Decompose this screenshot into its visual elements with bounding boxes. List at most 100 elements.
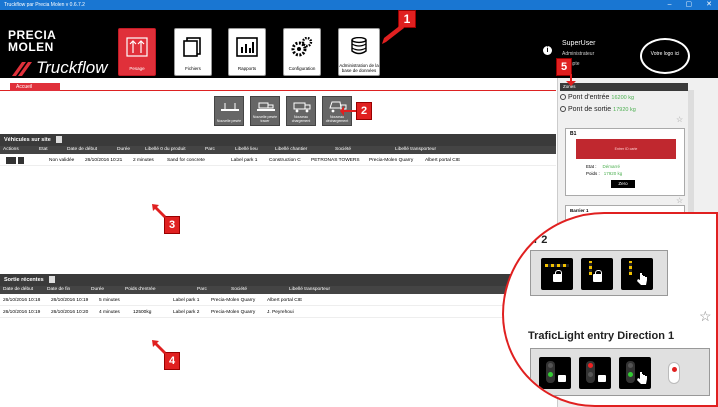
- b1-label: B1: [570, 131, 577, 137]
- vehicles-table-header: Actions Etat Date de début Durée Libellé…: [0, 146, 556, 154]
- trash-icon[interactable]: [49, 276, 56, 284]
- favorite-star-icon[interactable]: ☆: [676, 196, 683, 205]
- zone-item-entry[interactable]: Pont d'entrée 16200 kg: [560, 92, 688, 104]
- col-produit[interactable]: Libellé 0 du produit: [142, 146, 202, 154]
- weighing-icon: [126, 37, 148, 57]
- recent-exits-header: Sortie récentes: [0, 274, 556, 286]
- scale-truck-icon: [257, 102, 275, 111]
- nav-configuration-button[interactable]: Configuration: [283, 28, 321, 76]
- barrier-open-lock-button[interactable]: [541, 258, 573, 290]
- new-weighing-tracer-label: Nouvelle pesée tracer: [252, 115, 278, 123]
- weighing-toolbar: Nouvelle pesée Nouvelle pesée tracer Nou…: [214, 96, 352, 126]
- zone-item-exit[interactable]: Pont de sortie 17920 kg: [560, 104, 688, 116]
- favorite-star-icon[interactable]: ☆: [676, 115, 683, 124]
- nav-admin-db-button[interactable]: Administration de la base de données: [338, 28, 380, 76]
- col-poids-entree[interactable]: Poids d'entrée: [122, 286, 194, 294]
- trash-icon[interactable]: [56, 136, 63, 144]
- col-transporteur[interactable]: Libellé transporteur: [392, 146, 472, 154]
- light-top: [548, 363, 553, 368]
- col-societe[interactable]: Société: [228, 286, 286, 294]
- new-weighing-button[interactable]: Nouvelle pesée: [214, 96, 244, 126]
- light-bottom: [548, 372, 553, 377]
- reports-icon: [236, 37, 258, 57]
- col-duree[interactable]: Durée: [88, 286, 122, 294]
- barrier-closed-lock-button[interactable]: [581, 258, 613, 290]
- table-row[interactable]: 26/10/2016 10:18 26/10/2016 10:19 5 minu…: [0, 296, 556, 306]
- callout-5-arrow-icon: [566, 74, 576, 86]
- col-lieu[interactable]: Libellé lieu: [232, 146, 272, 154]
- close-button[interactable]: ✕: [706, 0, 712, 10]
- database-icon: [351, 37, 367, 55]
- cell-societe: Precia-Molen Quarry: [211, 310, 256, 315]
- zones-panel-title: Zones: [560, 83, 688, 91]
- new-loading-label: Nouveau chargement: [291, 115, 311, 123]
- col-societe[interactable]: Société: [332, 146, 392, 154]
- callout-4-arrow-icon: [152, 340, 166, 354]
- nav-configuration-label: Configuration: [288, 66, 316, 71]
- b1-status: Etat : Démarré: [586, 164, 620, 169]
- callout-4: 4: [164, 352, 180, 370]
- col-parc[interactable]: Parc: [194, 286, 228, 294]
- cell-etat: Non validée: [49, 158, 75, 163]
- nav-rapports-label: Rapports: [237, 66, 257, 71]
- new-unloading-label: Nouveau déchargement: [325, 115, 349, 123]
- table-row[interactable]: 26/10/2016 10:19 26/10/2016 10:20 4 minu…: [0, 308, 556, 318]
- hand-pointer-icon: [637, 372, 647, 384]
- cell-transporteur: Albert portal CIE: [425, 158, 461, 163]
- nav-admin-db-label: Administration de la base de données: [339, 63, 379, 73]
- new-weighing-tracer-button[interactable]: Nouvelle pesée tracer: [250, 96, 280, 126]
- barrier1-label: Barrier 1: [570, 208, 589, 213]
- barrier2-title: arrier 2: [510, 234, 548, 246]
- maximize-button[interactable]: ▢: [686, 0, 693, 10]
- info-icon[interactable]: i: [543, 46, 552, 55]
- weigh-action-icon[interactable]: [6, 157, 16, 164]
- nav-rapports-button[interactable]: Rapports: [228, 28, 266, 76]
- trafficlight-red-lock-button[interactable]: [579, 357, 611, 389]
- cell-transporteur: Albert portal CIE: [267, 298, 303, 303]
- window-title: Truckflow par Precia Molen v 0.6.7.2: [4, 2, 85, 8]
- cell-parc: Label park 2: [173, 310, 200, 315]
- lock-icon: [598, 375, 606, 382]
- tab-strip: Accueil: [0, 83, 556, 91]
- nav-fichiers-button[interactable]: Fichiers: [174, 28, 212, 76]
- col-date-debut[interactable]: Date de début: [64, 146, 114, 154]
- cell-poids: 12500kg: [133, 310, 152, 315]
- delete-action-icon[interactable]: [18, 157, 24, 164]
- trafficlight-green-lock-button[interactable]: [539, 357, 571, 389]
- cell-fin: 26/10/2016 10:20: [51, 310, 89, 315]
- trafficlight-manual-button[interactable]: [619, 357, 651, 389]
- app-window: Truckflow par Precia Molen v 0.6.7.2 – ▢…: [0, 0, 718, 407]
- cell-lieu: Construction C: [269, 158, 301, 163]
- table-row[interactable]: Non validée 26/10/2016 10:21 2 minutes S…: [0, 156, 556, 166]
- callout-3-arrow-icon: [152, 204, 166, 218]
- new-loading-button[interactable]: Nouveau chargement: [286, 96, 316, 126]
- zone-entry-label: Pont d'entrée: [568, 94, 610, 101]
- window-titlebar: Truckflow par Precia Molen v 0.6.7.2 – ▢…: [0, 0, 718, 10]
- col-parc[interactable]: Parc: [202, 146, 232, 154]
- brand-product: Truckflow: [36, 58, 108, 77]
- col-duree[interactable]: Durée: [114, 146, 142, 154]
- favorite-star-icon[interactable]: ☆: [699, 308, 712, 325]
- cell-societe: Precia-Molen Quarry: [211, 298, 256, 303]
- tab-accueil[interactable]: Accueil: [10, 83, 60, 91]
- barrier-manual-button[interactable]: [621, 258, 653, 290]
- callout-3: 3: [164, 216, 180, 234]
- cell-chantier: PETRONAS TOWERS: [311, 158, 360, 163]
- col-transporteur[interactable]: Libellé transporteur: [286, 286, 366, 294]
- col-date-fin[interactable]: Date de fin: [44, 286, 88, 294]
- col-actions[interactable]: Actions: [0, 146, 36, 154]
- cell-duree: 2 minutes: [133, 158, 154, 163]
- col-date-debut[interactable]: Date de début: [0, 286, 44, 294]
- new-weighing-label: Nouvelle pesée: [216, 119, 242, 123]
- col-chantier[interactable]: Libellé chantier: [272, 146, 332, 154]
- gears-icon: [291, 37, 313, 57]
- minimize-button[interactable]: –: [668, 0, 672, 10]
- b1-weight-label: Poids :: [586, 171, 600, 176]
- trafficlight-controls: [530, 348, 710, 396]
- zone-exit-weight: 17920 kg: [613, 107, 636, 113]
- vehicles-on-site-title: Véhicules sur site: [4, 137, 51, 143]
- col-etat[interactable]: Etat: [36, 146, 64, 154]
- nav-pesage-button[interactable]: Pesage: [118, 28, 156, 76]
- cell-duree: 4 minutes: [99, 310, 120, 315]
- zero-button[interactable]: Zero: [611, 180, 635, 188]
